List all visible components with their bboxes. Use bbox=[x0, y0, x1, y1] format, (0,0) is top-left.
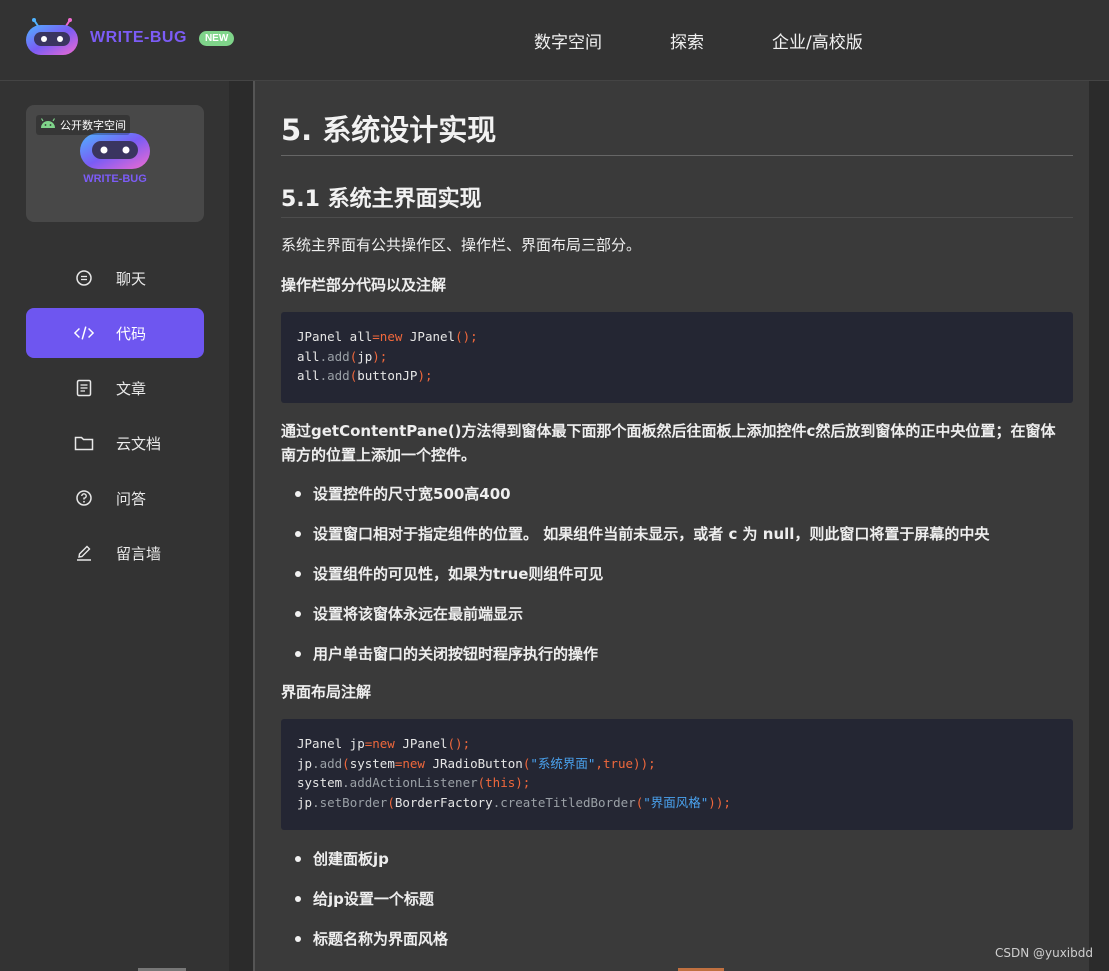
toolbar-code-title: 操作栏部分代码以及注解 bbox=[281, 276, 447, 294]
sidebar-item-cloud-docs[interactable]: 云文档 bbox=[26, 418, 204, 468]
layout-annotation-title: 界面布局注解 bbox=[281, 683, 372, 701]
sidebar-item-label: 文章 bbox=[116, 379, 147, 398]
site-logo[interactable]: WRITE-BUG NEW bbox=[24, 18, 235, 58]
top-nav: 数字空间 探索 企业/高校版 bbox=[534, 28, 931, 53]
code-line: all.add(jp); bbox=[297, 348, 388, 364]
sidebar-item-chat[interactable]: 聊天 bbox=[26, 253, 204, 303]
chat-icon bbox=[74, 268, 94, 288]
article-icon bbox=[74, 378, 94, 398]
list-item: 标题名称为界面风格 bbox=[281, 927, 448, 967]
section-heading: 5.1 系统主界面实现 bbox=[281, 187, 482, 212]
space-card[interactable]: 公开数字空间 WRITE-BUG bbox=[26, 105, 204, 222]
sidebar-item-label: 问答 bbox=[116, 489, 147, 508]
nav-enterprise[interactable]: 企业/高校版 bbox=[772, 28, 863, 53]
sidebar-item-label: 留言墙 bbox=[116, 544, 162, 563]
paragraph-line: 通过getContentPane()方法得到窗体最下面那个面板然后往面板上添加控… bbox=[281, 422, 1056, 440]
folder-icon bbox=[74, 433, 94, 453]
code-line: JPanel all=new JPanel(); bbox=[297, 329, 478, 344]
code-block-layout[interactable]: JPanel jp=new JPanel(); jp.add(system=ne… bbox=[281, 719, 1073, 830]
bullet-list-settings: 设置控件的尺寸宽500高400 设置窗口相对于指定组件的位置。 如果组件当前未显… bbox=[281, 482, 989, 682]
code-line: jp.setBorder(BorderFactory.createTitledB… bbox=[297, 794, 731, 810]
new-badge: NEW bbox=[198, 30, 235, 46]
section-divider bbox=[281, 217, 1073, 218]
public-space-label: 公开数字空间 bbox=[60, 119, 126, 132]
code-line: all.add(buttonJP); bbox=[297, 368, 433, 383]
list-item: 创建面板jp bbox=[281, 847, 448, 887]
sidebar: 公开数字空间 WRITE-BUG 聊天 代码 文章 云文档 问答 留言墙 bbox=[0, 81, 229, 971]
bullet-list-layout: 创建面板jp 给jp设置一个标题 标题名称为界面风格 bbox=[281, 847, 448, 967]
csdn-watermark: CSDN @yuxibdd bbox=[994, 946, 1093, 960]
edit-icon bbox=[74, 543, 94, 563]
list-item: 用户单击窗口的关闭按钮时程序执行的操作 bbox=[281, 642, 989, 682]
intro-paragraph: 系统主界面有公共操作区、操作栏、界面布局三部分。 bbox=[281, 236, 642, 254]
list-item: 设置窗口相对于指定组件的位置。 如果组件当前未显示，或者 c 为 null，则此… bbox=[281, 522, 989, 562]
code-line: system.addActionListener(this); bbox=[297, 775, 531, 790]
code-line: jp.add(system=new JRadioButton("系统界面",tr… bbox=[297, 755, 656, 771]
nav-explore[interactable]: 探索 bbox=[670, 28, 704, 53]
sidebar-item-label: 聊天 bbox=[116, 269, 147, 288]
brand-name: WRITE-BUG bbox=[90, 29, 187, 46]
sidebar-item-code[interactable]: 代码 bbox=[26, 308, 204, 358]
code-line: JPanel jp=new JPanel(); bbox=[297, 736, 471, 751]
list-item: 设置将该窗体永远在最前端显示 bbox=[281, 602, 989, 642]
list-item: 给jp设置一个标题 bbox=[281, 887, 448, 927]
sidebar-item-message-wall[interactable]: 留言墙 bbox=[26, 528, 204, 578]
code-icon bbox=[74, 323, 94, 343]
nav-digital-space[interactable]: 数字空间 bbox=[534, 28, 602, 53]
sidebar-item-qa[interactable]: 问答 bbox=[26, 473, 204, 523]
public-space-tag: 公开数字空间 bbox=[36, 115, 130, 135]
paragraph-line: 南方的位置上添加一个控件。 bbox=[281, 446, 477, 464]
article-panel: 5. 系统设计实现 5.1 系统主界面实现 系统主界面有公共操作区、操作栏、界面… bbox=[253, 81, 1089, 971]
content-pane-paragraph: 通过getContentPane()方法得到窗体最下面那个面板然后往面板上添加控… bbox=[281, 419, 1073, 467]
sidebar-item-label: 云文档 bbox=[116, 434, 162, 453]
sidebar-menu: 聊天 代码 文章 云文档 问答 留言墙 bbox=[26, 253, 204, 583]
list-item: 设置控件的尺寸宽500高400 bbox=[281, 482, 989, 522]
question-icon bbox=[74, 488, 94, 508]
sidebar-item-article[interactable]: 文章 bbox=[26, 363, 204, 413]
android-icon bbox=[40, 118, 56, 132]
title-divider bbox=[281, 155, 1073, 156]
robot-logo-icon bbox=[24, 18, 80, 58]
page-title: 5. 系统设计实现 bbox=[281, 113, 497, 147]
top-bar: WRITE-BUG NEW 数字空间 探索 企业/高校版 bbox=[0, 0, 1109, 81]
space-brand: WRITE-BUG bbox=[83, 173, 147, 185]
sidebar-item-label: 代码 bbox=[116, 324, 147, 343]
list-item: 设置组件的可见性，如果为true则组件可见 bbox=[281, 562, 989, 602]
code-block-toolbar[interactable]: JPanel all=new JPanel(); all.add(jp); al… bbox=[281, 312, 1073, 403]
